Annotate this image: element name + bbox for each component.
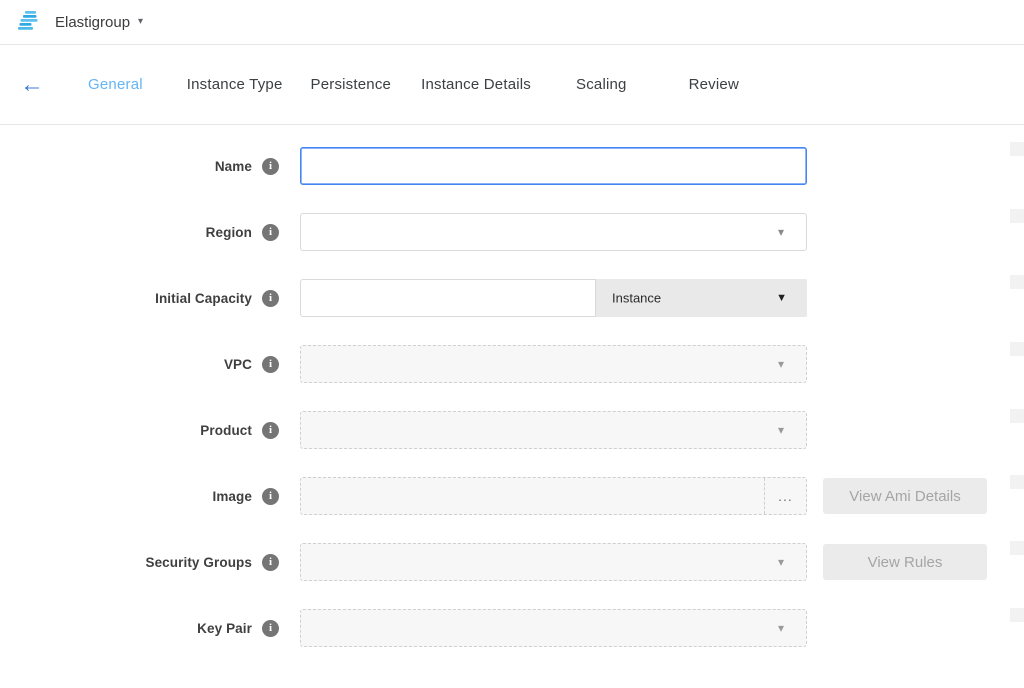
- capacity-unit-select[interactable]: Instance ▼: [596, 279, 807, 317]
- info-icon[interactable]: i: [262, 554, 279, 571]
- security-groups-select: ▾: [300, 543, 807, 581]
- info-icon[interactable]: i: [262, 488, 279, 505]
- chevron-down-icon: ▾: [778, 357, 784, 371]
- app-header: Elastigroup ▾: [0, 0, 1024, 45]
- app-switcher[interactable]: Elastigroup: [55, 14, 130, 31]
- back-button[interactable]: ←: [20, 73, 50, 97]
- product-label: Product: [0, 423, 252, 438]
- info-icon[interactable]: i: [262, 422, 279, 439]
- chevron-down-icon: ▾: [778, 555, 784, 569]
- edge-artifact: [1010, 275, 1024, 289]
- tab-persistence[interactable]: Persistence: [311, 76, 392, 93]
- form-row-vpc: VPC i ▾: [0, 345, 1024, 383]
- region-select[interactable]: ▾: [300, 213, 807, 251]
- image-label: Image: [0, 489, 252, 504]
- info-icon[interactable]: i: [262, 356, 279, 373]
- capacity-unit-value: Instance: [612, 291, 661, 306]
- product-select: ▾: [300, 411, 807, 449]
- elastigroup-logo-icon: [16, 11, 43, 33]
- app-switcher-caret-icon[interactable]: ▾: [138, 16, 143, 27]
- key-pair-label: Key Pair: [0, 621, 252, 636]
- tab-general[interactable]: General: [88, 76, 143, 93]
- image-input-value: [301, 478, 764, 514]
- image-input: ...: [300, 477, 807, 515]
- wizard-tab-bar: ← General Instance Type Persistence Inst…: [0, 45, 1024, 125]
- edge-artifact: [1010, 142, 1024, 156]
- image-browse-button: ...: [764, 478, 806, 514]
- tab-scaling[interactable]: Scaling: [576, 76, 627, 93]
- form-row-initial-capacity: Initial Capacity i Instance ▼: [0, 279, 1024, 317]
- edge-artifact: [1010, 409, 1024, 423]
- tab-instance-details[interactable]: Instance Details: [421, 76, 531, 93]
- info-icon[interactable]: i: [262, 290, 279, 307]
- view-rules-button: View Rules: [823, 544, 987, 580]
- tab-list: General Instance Type Persistence Instan…: [88, 76, 739, 93]
- form-row-key-pair: Key Pair i ▾: [0, 609, 1024, 647]
- chevron-down-icon: ▾: [778, 423, 784, 437]
- region-label: Region: [0, 225, 252, 240]
- info-icon[interactable]: i: [262, 224, 279, 241]
- chevron-down-icon: ▾: [778, 225, 784, 239]
- form-row-region: Region i ▾: [0, 213, 1024, 251]
- form-row-image: Image i ... View Ami Details: [0, 477, 1024, 515]
- info-icon[interactable]: i: [262, 620, 279, 637]
- name-label: Name: [0, 159, 252, 174]
- edge-artifact: [1010, 342, 1024, 356]
- form-row-name: Name i: [0, 147, 1024, 185]
- tab-instance-type[interactable]: Instance Type: [187, 76, 283, 93]
- tab-review[interactable]: Review: [689, 76, 739, 93]
- name-input[interactable]: [300, 147, 807, 185]
- key-pair-select: ▾: [300, 609, 807, 647]
- initial-capacity-input[interactable]: [300, 279, 596, 317]
- security-groups-label: Security Groups: [0, 555, 252, 570]
- edge-artifact: [1010, 209, 1024, 223]
- initial-capacity-label: Initial Capacity: [0, 291, 252, 306]
- general-form: Name i Region i ▾ Initial Capacity i Ins…: [0, 125, 1024, 647]
- vpc-label: VPC: [0, 357, 252, 372]
- chevron-down-icon: ▾: [778, 621, 784, 635]
- view-ami-details-button: View Ami Details: [823, 478, 987, 514]
- form-row-security-groups: Security Groups i ▾ View Rules: [0, 543, 1024, 581]
- vpc-select: ▾: [300, 345, 807, 383]
- edge-artifact: [1010, 608, 1024, 622]
- info-icon[interactable]: i: [262, 158, 279, 175]
- form-row-product: Product i ▾: [0, 411, 1024, 449]
- caret-down-icon: ▼: [776, 292, 787, 304]
- edge-artifact: [1010, 541, 1024, 555]
- edge-artifact: [1010, 475, 1024, 489]
